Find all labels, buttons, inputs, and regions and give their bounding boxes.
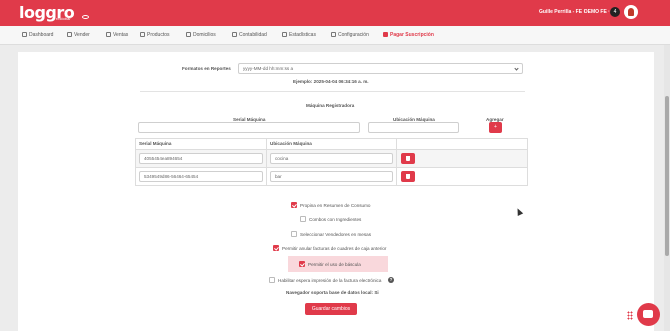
grid-icon[interactable] xyxy=(627,311,633,320)
card-icon xyxy=(383,32,388,37)
serial-input[interactable] xyxy=(138,122,360,133)
sellers-label: Seleccionar Vendedores en mesas xyxy=(300,232,371,237)
table-header-location: Ubicación Máquina xyxy=(270,141,312,146)
e-invoice-print-label: Habilitar espera impresión de la factura… xyxy=(278,278,382,283)
calculator-icon xyxy=(232,32,237,37)
chat-icon[interactable] xyxy=(637,303,660,326)
table-divider xyxy=(266,138,267,186)
eye-icon[interactable] xyxy=(82,15,89,19)
dashboard-icon xyxy=(22,32,27,37)
combos-label: Combos con Ingredientes xyxy=(309,217,362,222)
tip-summary-label: Propina en Resumen de Consumo xyxy=(300,203,371,208)
scale-label: Permitir el uso de báscula xyxy=(308,262,361,267)
help-icon[interactable]: ? xyxy=(388,277,394,283)
bike-icon xyxy=(186,32,191,37)
location-input[interactable] xyxy=(368,122,459,133)
table-divider xyxy=(135,167,528,168)
row-serial-input[interactable]: 4055454ea894654 xyxy=(139,153,263,164)
scale-checkbox[interactable] xyxy=(299,261,305,267)
report-format-select[interactable]: yyyy-MM-dd hh:mm:ss a xyxy=(238,63,523,74)
browser-db-note: Navegador soporta base de datos local: S… xyxy=(286,290,379,295)
row-serial-input[interactable]: 5349549d86-56464-65454 xyxy=(139,171,263,182)
tip-summary-checkbox[interactable] xyxy=(291,202,297,208)
chart-icon xyxy=(282,32,287,37)
row-location-input[interactable]: cocina xyxy=(270,153,393,164)
table-header-serial: Serial Máquina xyxy=(139,141,172,146)
nav-ventas[interactable]: Ventas xyxy=(106,32,128,38)
nav-dashboard[interactable]: Dashboard xyxy=(22,32,53,38)
avatar[interactable] xyxy=(624,5,638,19)
e-invoice-print-checkbox[interactable] xyxy=(269,277,275,283)
void-invoices-checkbox[interactable] xyxy=(273,245,279,251)
chevron-down-icon xyxy=(514,66,519,71)
void-invoices-label: Permitir anular facturas de cuadres de c… xyxy=(282,246,387,251)
machines-title: Máquina Registradora xyxy=(306,103,355,108)
add-machine-button[interactable]: + xyxy=(489,122,502,133)
trash-icon[interactable] xyxy=(401,171,415,182)
notification-badge[interactable]: 4 xyxy=(610,7,620,17)
company-menu[interactable]: DEMO FE · xyxy=(584,9,610,15)
nav-productos[interactable]: Productos xyxy=(140,32,170,38)
row-location-input[interactable]: bar xyxy=(270,171,393,182)
scrollbar-thumb[interactable] xyxy=(665,96,669,256)
user-menu[interactable]: Guille Perrilla - FE · xyxy=(539,9,585,15)
cart-icon xyxy=(67,32,72,37)
nav-domicilios[interactable]: Domicilios xyxy=(186,32,216,38)
nav-vender[interactable]: Vender xyxy=(67,32,90,38)
box-icon xyxy=(140,32,145,37)
main-nav: Dashboard Vender Ventas Productos Domici… xyxy=(0,26,670,45)
report-format-label: Formatos en Reportes xyxy=(182,66,231,71)
nav-configuracion[interactable]: Configuración xyxy=(331,32,369,38)
nav-pagar-suscripcion[interactable]: Pagar Suscripción xyxy=(383,32,434,38)
combos-checkbox[interactable] xyxy=(300,216,306,222)
table-divider xyxy=(396,138,397,186)
nav-contabilidad[interactable]: Contabilidad xyxy=(232,32,267,38)
gear-icon xyxy=(331,32,336,37)
tag-icon xyxy=(106,32,111,37)
save-button[interactable]: Guardar cambios xyxy=(305,303,357,315)
logo-subtitle: restobar xyxy=(56,16,71,21)
trash-icon[interactable] xyxy=(401,153,415,164)
report-format-example: Ejemplo: 2025-04-04 06:34:16 a. m. xyxy=(293,79,369,84)
nav-estadisticas[interactable]: Estadísticas xyxy=(282,32,316,38)
divider xyxy=(140,91,525,92)
table-divider xyxy=(135,149,528,150)
sellers-checkbox[interactable] xyxy=(291,231,297,237)
